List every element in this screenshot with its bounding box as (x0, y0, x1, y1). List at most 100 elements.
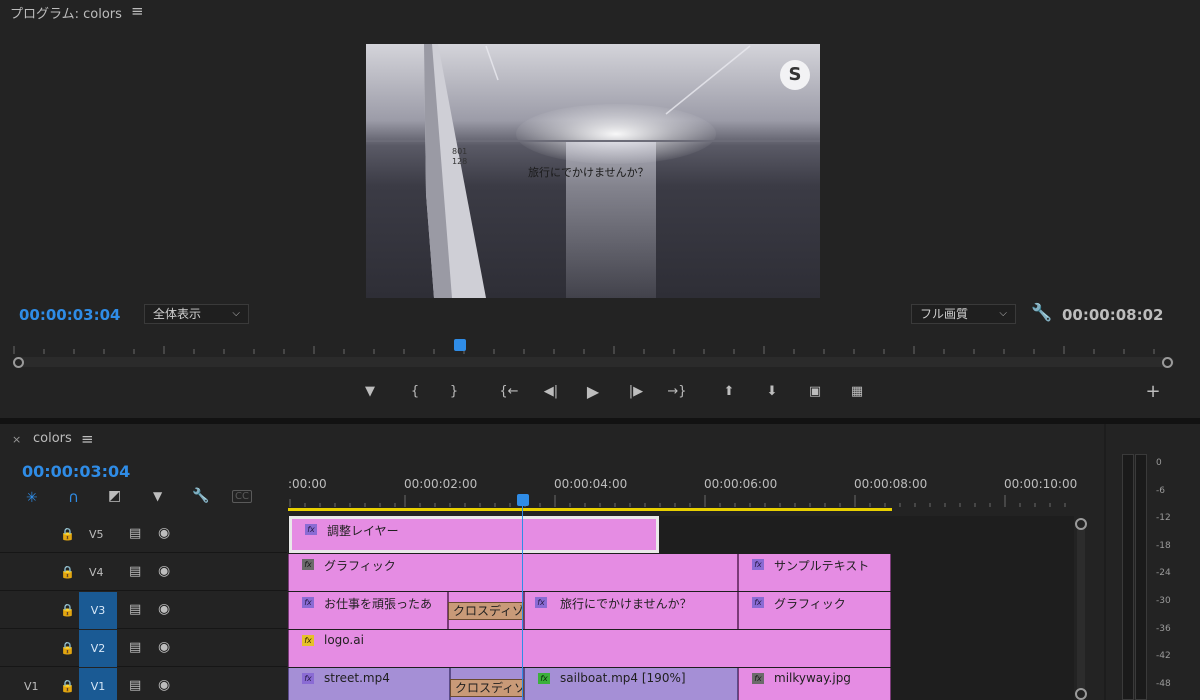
mark-in-icon[interactable]: { (404, 382, 426, 402)
clip-name: グラフィック (324, 559, 396, 573)
eye-icon[interactable]: ◉ (158, 601, 170, 617)
zoom-handle-left[interactable] (13, 357, 24, 368)
eye-icon[interactable]: ◉ (158, 677, 170, 693)
meter-scale-label: -30 (1156, 596, 1171, 606)
eye-icon[interactable]: ◉ (158, 525, 170, 541)
clip-name: sailboat.mp4 [190%] (560, 671, 686, 685)
lock-icon[interactable]: 🔒 (60, 641, 75, 655)
fx-badge: fx (302, 597, 314, 608)
lift-icon[interactable]: ⬆ (718, 382, 740, 402)
linked-selection-icon[interactable]: ◩ (108, 488, 121, 504)
scroll-handle-top[interactable] (1075, 518, 1087, 530)
scroll-handle-bottom[interactable] (1075, 688, 1087, 700)
ruler-label: 00:00:02:00 (404, 477, 478, 491)
clip-name: 旅行にでかけませんか？ (560, 597, 692, 611)
timeline-vertical-scrollbar[interactable] (1074, 516, 1088, 700)
go-to-in-icon[interactable]: {← (498, 382, 520, 402)
fx-badge: fx (302, 673, 314, 684)
panel-menu-icon[interactable]: ≡ (131, 2, 144, 20)
clip-graphic-v3[interactable]: fx グラフィック (738, 592, 891, 629)
camera-icon[interactable]: ▣ (804, 382, 826, 402)
sync-lock-icon[interactable]: ▤ (129, 564, 141, 579)
play-icon[interactable]: ▶ (582, 382, 604, 402)
program-duration-timecode: 00:00:08:02 (1062, 306, 1164, 324)
clip-logo[interactable]: fx logo.ai (288, 630, 891, 667)
magnet-icon[interactable]: ∩ (68, 488, 79, 506)
lock-icon[interactable]: 🔒 (60, 565, 75, 579)
program-current-timecode[interactable]: 00:00:03:04 (19, 306, 121, 324)
eye-icon[interactable]: ◉ (158, 563, 170, 579)
playback-quality-value: フル画質 (920, 307, 969, 321)
clip-adjustment-layer[interactable]: fx 調整レイヤー (289, 516, 659, 553)
fx-badge: fx (302, 635, 314, 646)
compare-icon[interactable]: ▦ (846, 382, 868, 402)
meter-scale-label: -12 (1156, 513, 1171, 523)
meter-channel-left (1122, 454, 1134, 700)
clip-graphic[interactable]: fx グラフィック (288, 554, 738, 591)
program-panel-title[interactable]: プログラム: colors (10, 3, 122, 22)
timeline-current-timecode[interactable]: 00:00:03:04 (22, 462, 130, 481)
ruler-label: 00:00:08:00 (854, 477, 928, 491)
sync-lock-icon[interactable]: ▤ (129, 526, 141, 541)
track-target-v1[interactable]: V1 (79, 668, 117, 700)
plus-icon[interactable]: + (1142, 382, 1164, 402)
chevron-down-icon: ⌵ (999, 308, 1007, 319)
track-name: V4 (89, 566, 104, 579)
sync-lock-icon[interactable]: ▤ (129, 602, 141, 617)
snap-icon[interactable]: ✳ (26, 490, 38, 506)
clip-work-text[interactable]: fx お仕事を頑張ったあ (288, 592, 448, 629)
transition-cross-dissolve[interactable]: クロスディゾ (448, 602, 524, 620)
source-patch-v1[interactable]: V1 (24, 680, 39, 693)
fx-badge: fx (752, 559, 764, 570)
sync-lock-icon[interactable]: ▤ (129, 640, 141, 655)
zoom-handle-right[interactable] (1162, 357, 1173, 368)
playback-quality-select[interactable]: フル画質 ⌵ (911, 304, 1016, 324)
work-area-bar[interactable] (288, 508, 892, 511)
captions-icon[interactable]: CC (232, 490, 252, 503)
lock-icon[interactable]: 🔒 (60, 527, 75, 541)
clip-sailboat[interactable]: fx sailboat.mp4 [190%] (524, 668, 738, 700)
zoom-scroll-bar[interactable] (14, 357, 1174, 367)
go-to-out-icon[interactable]: →} (666, 382, 688, 402)
step-forward-icon[interactable]: |▶ (625, 382, 647, 402)
meter-scale-label: -6 (1156, 486, 1165, 496)
clip-travel-text[interactable]: fx 旅行にでかけませんか？ (524, 592, 738, 629)
fx-badge: fx (535, 597, 547, 608)
fx-badge: fx (305, 524, 317, 535)
timeline-playhead-line[interactable] (522, 504, 523, 700)
clip-street[interactable]: fx street.mp4 (288, 668, 450, 700)
lock-icon[interactable]: 🔒 (60, 679, 75, 693)
close-icon[interactable]: × (12, 433, 21, 446)
program-playhead[interactable] (454, 339, 466, 351)
meter-scale-label: -48 (1156, 679, 1171, 689)
step-back-icon[interactable]: ◀| (540, 382, 562, 402)
mark-out-icon[interactable]: } (443, 382, 465, 402)
meter-scale-label: -42 (1156, 651, 1171, 661)
sequence-menu-icon[interactable]: ≡ (81, 430, 94, 448)
track-target-v2[interactable]: V2 (79, 630, 117, 667)
extract-icon[interactable]: ⬇ (761, 382, 783, 402)
clip-milkyway[interactable]: fx milkyway.jpg (738, 668, 891, 700)
add-marker-icon[interactable]: ▼ (153, 489, 162, 503)
scroll-track[interactable] (1077, 524, 1085, 694)
meter-scale-label: -24 (1156, 568, 1171, 578)
wrench-icon[interactable]: 🔧 (192, 488, 209, 504)
track-target-v3[interactable]: V3 (79, 592, 117, 629)
marker-icon[interactable]: ▼ (359, 382, 381, 402)
lock-icon[interactable]: 🔒 (60, 603, 75, 617)
timeline-playhead-handle[interactable] (517, 494, 529, 506)
clip-sample-text[interactable]: fx サンプルテキスト (738, 554, 891, 591)
clip-name: street.mp4 (324, 671, 390, 685)
program-video-frame: 801 128 S 旅行にでかけませんか？ (366, 44, 820, 298)
transition-cross-dissolve[interactable]: クロスディゾ (450, 679, 524, 697)
svg-text:801: 801 (452, 147, 467, 156)
sequence-tab-label[interactable]: colors (33, 431, 72, 446)
timeline-ruler[interactable]: :00:00 00:00:02:00 00:00:04:00 00:00:06:… (288, 459, 1077, 515)
wrench-icon[interactable]: 🔧 (1031, 303, 1052, 323)
audio-meter-panel: 0 -6 -12 -18 -24 -30 -36 -42 -48 (1106, 424, 1200, 700)
clip-name: グラフィック (774, 597, 846, 611)
zoom-level-select[interactable]: 全体表示 ⌵ (144, 304, 249, 324)
eye-icon[interactable]: ◉ (158, 639, 170, 655)
sync-lock-icon[interactable]: ▤ (129, 678, 141, 693)
clip-name: logo.ai (324, 633, 364, 647)
